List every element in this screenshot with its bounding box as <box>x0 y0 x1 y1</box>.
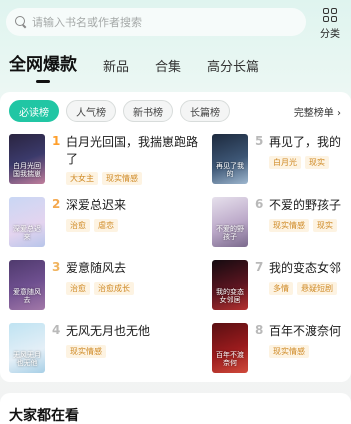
book-item[interactable]: 不爱的野孩子 6 不爱的野孩子 现实情感 现实 <box>212 197 351 255</box>
category-button[interactable]: 分类 <box>317 8 343 40</box>
book-tag: 治愈成长 <box>94 282 134 295</box>
book-title: 再见了，我的 <box>269 135 342 149</box>
book-title: 深爱总迟来 <box>66 198 127 212</box>
book-tag: 现实情感 <box>102 172 142 185</box>
book-tag: 大女主 <box>66 172 98 185</box>
book-cover: 百年不渡奈何 <box>212 323 248 373</box>
tab-hot[interactable]: 全网爆款 <box>9 50 77 75</box>
book-title: 白月光回国，我揣崽跑路了 <box>66 135 198 166</box>
book-cover: 我的变态女邻居 <box>212 260 248 310</box>
book-tag: 治愈 <box>66 282 90 295</box>
book-cover: 不爱的野孩子 <box>212 197 248 247</box>
chip-long[interactable]: 长篇榜 <box>180 100 230 122</box>
book-item[interactable]: 百年不渡奈何 8 百年不渡奈何 现实情感 <box>212 323 351 381</box>
chip-popular[interactable]: 人气榜 <box>66 100 116 122</box>
tab-long[interactable]: 高分长篇 <box>207 56 259 75</box>
rank-number: 2 <box>52 197 61 211</box>
tab-new[interactable]: 新品 <box>103 56 129 75</box>
full-rank-link[interactable]: 完整榜单 › <box>294 104 341 119</box>
category-label: 分类 <box>320 29 340 40</box>
ranking-card: 必读榜 人气榜 新书榜 长篇榜 完整榜单 › 白月光回国我揣崽 1 白月光回国，… <box>0 92 351 382</box>
book-tag: 治愈 <box>66 219 90 232</box>
book-item[interactable]: 爱意随风去 3 爱意随风去 治愈 治愈成长 <box>9 260 189 318</box>
search-placeholder: 请输入书名或作者搜索 <box>32 16 142 29</box>
section-title: 大家都在看 <box>9 408 79 424</box>
book-tag: 现实 <box>313 219 337 232</box>
rank-number: 5 <box>255 134 264 148</box>
rank-number: 8 <box>255 323 264 337</box>
search-icon <box>14 15 28 29</box>
grid-icon <box>323 8 337 22</box>
book-title: 不爱的野孩子 <box>269 198 342 212</box>
chip-must-read[interactable]: 必读榜 <box>9 100 59 122</box>
top-tabs: 全网爆款 新品 合集 高分长篇 <box>9 50 285 75</box>
book-tag: 现实 <box>305 156 329 169</box>
book-tag: 多情 <box>269 282 293 295</box>
book-item[interactable]: 我的变态女邻居 7 我的变态女邻 多情 悬疑短剧 <box>212 260 351 318</box>
book-item[interactable]: 白月光回国我揣崽 1 白月光回国，我揣崽跑路了 大女主 现实情感 <box>9 134 198 192</box>
everyone-watching-section: 大家都在看 <box>0 393 351 424</box>
search-bar[interactable]: 请输入书名或作者搜索 <box>6 8 306 36</box>
book-cover: 再见了我的 <box>212 134 248 184</box>
book-title: 百年不渡奈何 <box>269 324 342 338</box>
book-cover: 爱意随风去 <box>9 260 45 310</box>
book-item[interactable]: 深爱总迟来 2 深爱总迟来 治愈 虐恋 <box>9 197 189 255</box>
book-tag: 虐恋 <box>94 219 118 232</box>
book-cover: 深爱总迟来 <box>9 197 45 247</box>
book-tag: 现实情感 <box>269 219 309 232</box>
tab-collection[interactable]: 合集 <box>155 56 181 75</box>
rank-number: 4 <box>52 323 61 337</box>
book-title: 爱意随风去 <box>66 261 127 275</box>
book-cover: 白月光回国我揣崽 <box>9 134 45 184</box>
book-item[interactable]: 无风无月也无他 4 无风无月也无他 现实情感 <box>9 323 189 381</box>
rank-number: 1 <box>52 134 61 148</box>
rank-number: 7 <box>255 260 264 274</box>
book-item[interactable]: 再见了我的 5 再见了，我的 白月光 现实 <box>212 134 351 192</box>
rank-number: 3 <box>52 260 61 274</box>
book-tag: 现实情感 <box>66 345 106 358</box>
chip-new-books[interactable]: 新书榜 <box>123 100 173 122</box>
rank-number: 6 <box>255 197 264 211</box>
book-title: 我的变态女邻 <box>269 261 342 275</box>
book-cover: 无风无月也无他 <box>9 323 45 373</box>
book-tag: 白月光 <box>269 156 301 169</box>
rank-chips: 必读榜 人气榜 新书榜 长篇榜 <box>9 100 237 122</box>
book-title: 无风无月也无他 <box>66 324 151 338</box>
book-tag: 悬疑短剧 <box>297 282 337 295</box>
book-tag: 现实情感 <box>269 345 309 358</box>
